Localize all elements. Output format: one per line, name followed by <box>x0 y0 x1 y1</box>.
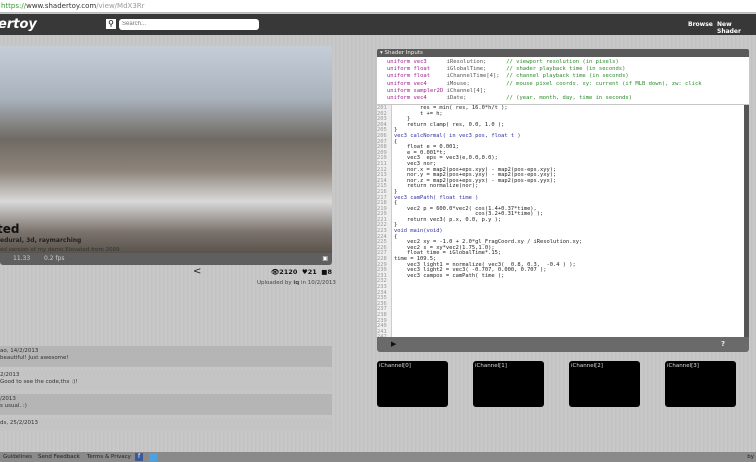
shader-inputs-list: uniform vec3 iResolution; // viewport re… <box>377 57 749 104</box>
code-editor[interactable]: 2012022032042052062072082092102112122132… <box>377 105 749 337</box>
nav-new-shader[interactable]: New Shader <box>717 21 756 35</box>
fps-readout: 0.2 fps <box>44 253 65 265</box>
shader-canvas[interactable] <box>0 46 332 253</box>
shader-description: ed version of my demo Elevated from 2009 <box>0 247 120 253</box>
facebook-icon[interactable]: f <box>135 453 143 461</box>
shader-viewer-panel: 11.33 0.2 fps ▣ <box>0 46 332 265</box>
shader-inputs-header[interactable]: ▾ Shader Inputs <box>377 49 749 57</box>
channel-3[interactable]: iChannel[3] <box>665 361 736 407</box>
share-icon[interactable]: < <box>193 266 201 277</box>
search-box: ⚲ <box>106 18 259 30</box>
comment: ao, 14/2/2013beautiful! Just awesome! <box>0 346 332 367</box>
editor-toolbar: ▶ ? <box>377 337 749 352</box>
line-numbers: 2012022032042052062072082092102112122132… <box>377 105 392 337</box>
uniform-line: uniform sampler2D iChannel[4]; <box>387 88 739 95</box>
uniform-line: uniform float iChannelTime[4]; // channe… <box>387 73 739 80</box>
twitter-icon[interactable] <box>149 453 157 461</box>
uniform-line: uniform vec4 iDate; // (year, month, day… <box>387 95 739 102</box>
top-header: ertoy ⚲ Browse New Shader <box>0 14 756 35</box>
time-readout: 11.33 <box>13 253 30 265</box>
search-input[interactable] <box>119 19 259 30</box>
comment: 2/2013Good to see the code,thx :)! <box>0 370 332 391</box>
channel-0[interactable]: iChannel[0] <box>377 361 448 407</box>
logo[interactable]: ertoy <box>0 17 37 32</box>
footer-send-feedback[interactable]: Send Feedback <box>38 452 80 462</box>
comment: /2013s usual. :) <box>0 394 332 415</box>
shader-tags: edural, 3d, raymarching <box>0 237 81 244</box>
address-bar[interactable]: https://www.shadertoy.com/view/MdX3Rr <box>0 0 756 13</box>
shader-inputs-panel: ▾ Shader Inputs uniform vec3 iResolution… <box>377 49 749 104</box>
editor-scrollbar[interactable] <box>744 105 749 337</box>
likes-icon[interactable]: ♥ <box>300 268 308 276</box>
nav-browse[interactable]: Browse <box>688 21 713 28</box>
upload-info: Uploaded by iq in 10/2/2013 <box>257 280 336 286</box>
uniform-line: uniform vec4 iMouse; // mouse pixel coor… <box>387 81 739 88</box>
footer-guidelines[interactable]: Guidelines <box>3 452 32 462</box>
help-button[interactable]: ? <box>721 340 725 348</box>
player-controls: 11.33 0.2 fps ▣ <box>0 253 332 265</box>
footer: Guidelines Send Feedback Terms & Privacy… <box>0 452 756 462</box>
shader-title: ted <box>0 222 19 236</box>
footer-terms[interactable]: Terms & Privacy <box>87 452 131 462</box>
uniform-line: uniform vec3 iResolution; // viewport re… <box>387 59 739 66</box>
uniform-line: uniform float iGlobalTime; // shader pla… <box>387 66 739 73</box>
code-line: vec3 campos = camPath( time ); <box>394 274 582 280</box>
channel-1[interactable]: iChannel[1] <box>473 361 544 407</box>
compile-play-button[interactable]: ▶ <box>391 340 396 348</box>
fullscreen-icon[interactable]: ▣ <box>322 253 328 265</box>
shader-stats: 👁2120 ♥21 ■8 <box>271 268 332 276</box>
search-icon[interactable]: ⚲ <box>106 19 116 29</box>
channel-2[interactable]: iChannel[2] <box>569 361 640 407</box>
code-text[interactable]: res = min( res, 16.0*h/t ); t += h; } re… <box>394 106 582 279</box>
comment: ds, 25/2/2013 <box>0 418 332 431</box>
